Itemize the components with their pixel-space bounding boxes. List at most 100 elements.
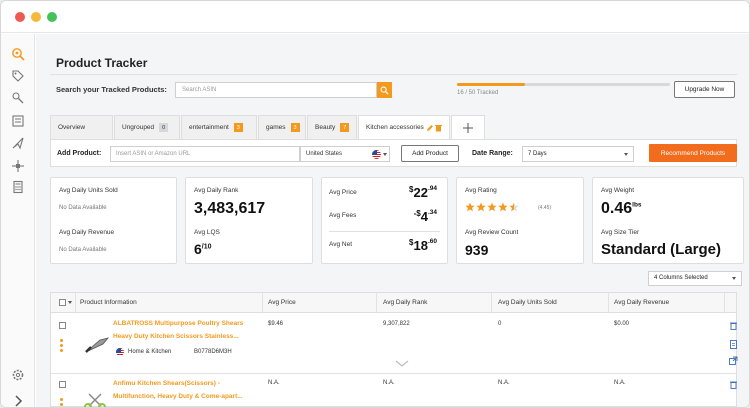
select-all-checkbox[interactable] [59,299,66,306]
delete-trash-icon[interactable] [729,380,738,389]
card-title: Avg Price [329,189,357,196]
upgrade-now-button[interactable]: Upgrade Now [674,81,735,98]
card-title: Avg Size Tier [601,229,640,236]
chevron-down-icon [624,153,628,156]
tab-kitchen-accessories[interactable]: Kitchen accessories [358,115,450,139]
column-header[interactable]: Avg Price [268,299,296,306]
product-title-line[interactable]: Multifunction, Heavy Duty & Come-apart..… [113,391,243,403]
row-menu-icon[interactable] [60,339,63,354]
tab-overview[interactable]: Overview [50,115,113,139]
product-title-line[interactable]: Heavy Duty Kitchen Scissors Stainless... [113,331,239,343]
tab-count-badge: 3 [233,123,243,132]
settings-gear-icon[interactable] [10,367,26,383]
columns-select[interactable]: 4 Columns Selected [648,271,742,286]
table-row[interactable]: ALBATROSS Multipurpose Poultry Shears He… [51,314,738,373]
expand-row-chevron-icon[interactable] [395,360,409,368]
maximize-window-button[interactable] [47,12,57,22]
card-title: Avg Fees [329,212,357,219]
expand-sidebar-chevron-icon[interactable] [10,393,26,407]
keyword-search-icon[interactable] [10,90,26,106]
column-header[interactable]: Product Information [80,299,137,306]
avg-price-value: $22.94 [409,185,437,200]
product-title-line[interactable]: Anfimu Kitchen Shears(Scissors) - [113,378,220,390]
tag-icon[interactable] [10,68,26,84]
product-thumbnail [85,337,110,353]
tab-beauty[interactable]: Beauty 7 [307,115,357,139]
search-input[interactable]: Search ASIN [175,82,377,98]
cents: .34 [427,209,437,216]
delete-trash-icon[interactable] [729,321,738,330]
add-product-button[interactable]: Add Product [401,145,459,162]
sidebar [1,34,35,407]
lqs-scale: /10 [201,243,212,251]
chevron-down-icon [383,153,387,156]
column-divider [724,293,725,313]
tab-count-badge: 3 [290,123,300,132]
row-menu-icon[interactable] [60,398,63,407]
plus-icon [463,122,473,133]
avg-price-cell: N.A. [268,380,280,386]
row-checkbox[interactable] [59,322,66,329]
move-icon[interactable] [10,158,26,174]
date-range-select[interactable]: 7 Days [522,146,634,162]
tab-ungrouped[interactable]: Ungrouped 0 [114,115,180,139]
tab-label: Kitchen accessories [366,124,424,131]
add-group-button[interactable] [451,115,485,139]
table-header: Product Information Avg Price Avg Daily … [51,293,736,313]
tracked-progress-fill [457,83,526,86]
tab-label: Overview [58,124,86,131]
rating-card: Avg Rating (4.45) Avg Review Count 939 [456,177,584,264]
card-title: Avg LQS [194,229,220,236]
group-tabs: Overview Ungrouped 0 entertainment 3 games… [50,115,486,139]
units-sold-cell: N.A. [498,380,510,386]
main-content: Product Tracker Search your Tracked Prod… [36,34,749,407]
revenue-cell: N.A. [614,380,626,386]
weight-card: Avg Weight 0.46lbs Avg Size Tier Standar… [592,177,744,264]
close-window-button[interactable] [15,12,25,22]
chevron-down-icon[interactable] [68,301,72,304]
row-checkbox[interactable] [59,381,66,388]
recommend-products-button[interactable]: Recommend Products [649,144,737,162]
column-header[interactable]: Avg Daily Revenue [614,299,669,306]
star-icon [476,202,486,212]
daily-rank-card: Avg Daily Rank 3,483,617 Avg LQS 6/10 [185,177,313,264]
us-flag-icon [372,150,381,159]
add-product-label: Add Product: [57,150,102,157]
calculator-icon[interactable] [10,179,26,195]
listing-icon[interactable] [10,113,26,129]
column-divider [608,293,609,313]
column-header[interactable]: Avg Daily Units Sold [498,299,557,306]
product-category: Home & Kitchen [128,349,172,355]
marketplace-select[interactable]: United States [300,146,390,162]
search-button[interactable] [377,82,392,98]
star-icon [509,202,519,212]
minimize-window-button[interactable] [31,12,41,22]
launch-icon[interactable] [10,135,26,151]
tracked-progress-bar [457,83,670,86]
tab-count-badge: 0 [159,123,169,132]
edit-pencil-icon[interactable] [426,124,434,132]
table-row[interactable]: Anfimu Kitchen Shears(Scissors) - Multif… [51,374,738,407]
external-link-icon[interactable] [729,356,738,365]
product-title-line[interactable]: ALBATROSS Multipurpose Poultry Shears [113,318,243,330]
units-sold-card: Avg Daily Units Sold No Data Available A… [50,177,177,264]
asin-input[interactable]: Insert ASIN or Amazon URL [110,146,300,162]
delete-trash-icon[interactable] [434,124,442,132]
currency: -$ [413,209,421,218]
card-title: Avg Review Count [465,229,519,236]
avg-price-cell: $9.46 [268,321,284,327]
avg-rank-cell: 9,307,822 [383,321,410,327]
tab-entertainment[interactable]: entertainment 3 [181,115,257,139]
notes-icon[interactable] [729,340,738,349]
tab-games[interactable]: games 3 [258,115,306,139]
column-header[interactable]: Avg Daily Rank [383,299,427,306]
size-tier-value: Standard (Large) [601,241,722,258]
page-title: Product Tracker [56,56,148,70]
card-title: Avg Daily Revenue [59,229,115,236]
lqs-score: 6 [194,241,202,257]
weight-value: 0.46lbs [601,200,642,218]
cents: .94 [427,185,437,192]
add-product-bar: Add Product: Insert ASIN or Amazon URL U… [50,139,737,167]
revenue-cell: $0.00 [614,321,630,327]
product-search-icon[interactable] [10,46,26,62]
